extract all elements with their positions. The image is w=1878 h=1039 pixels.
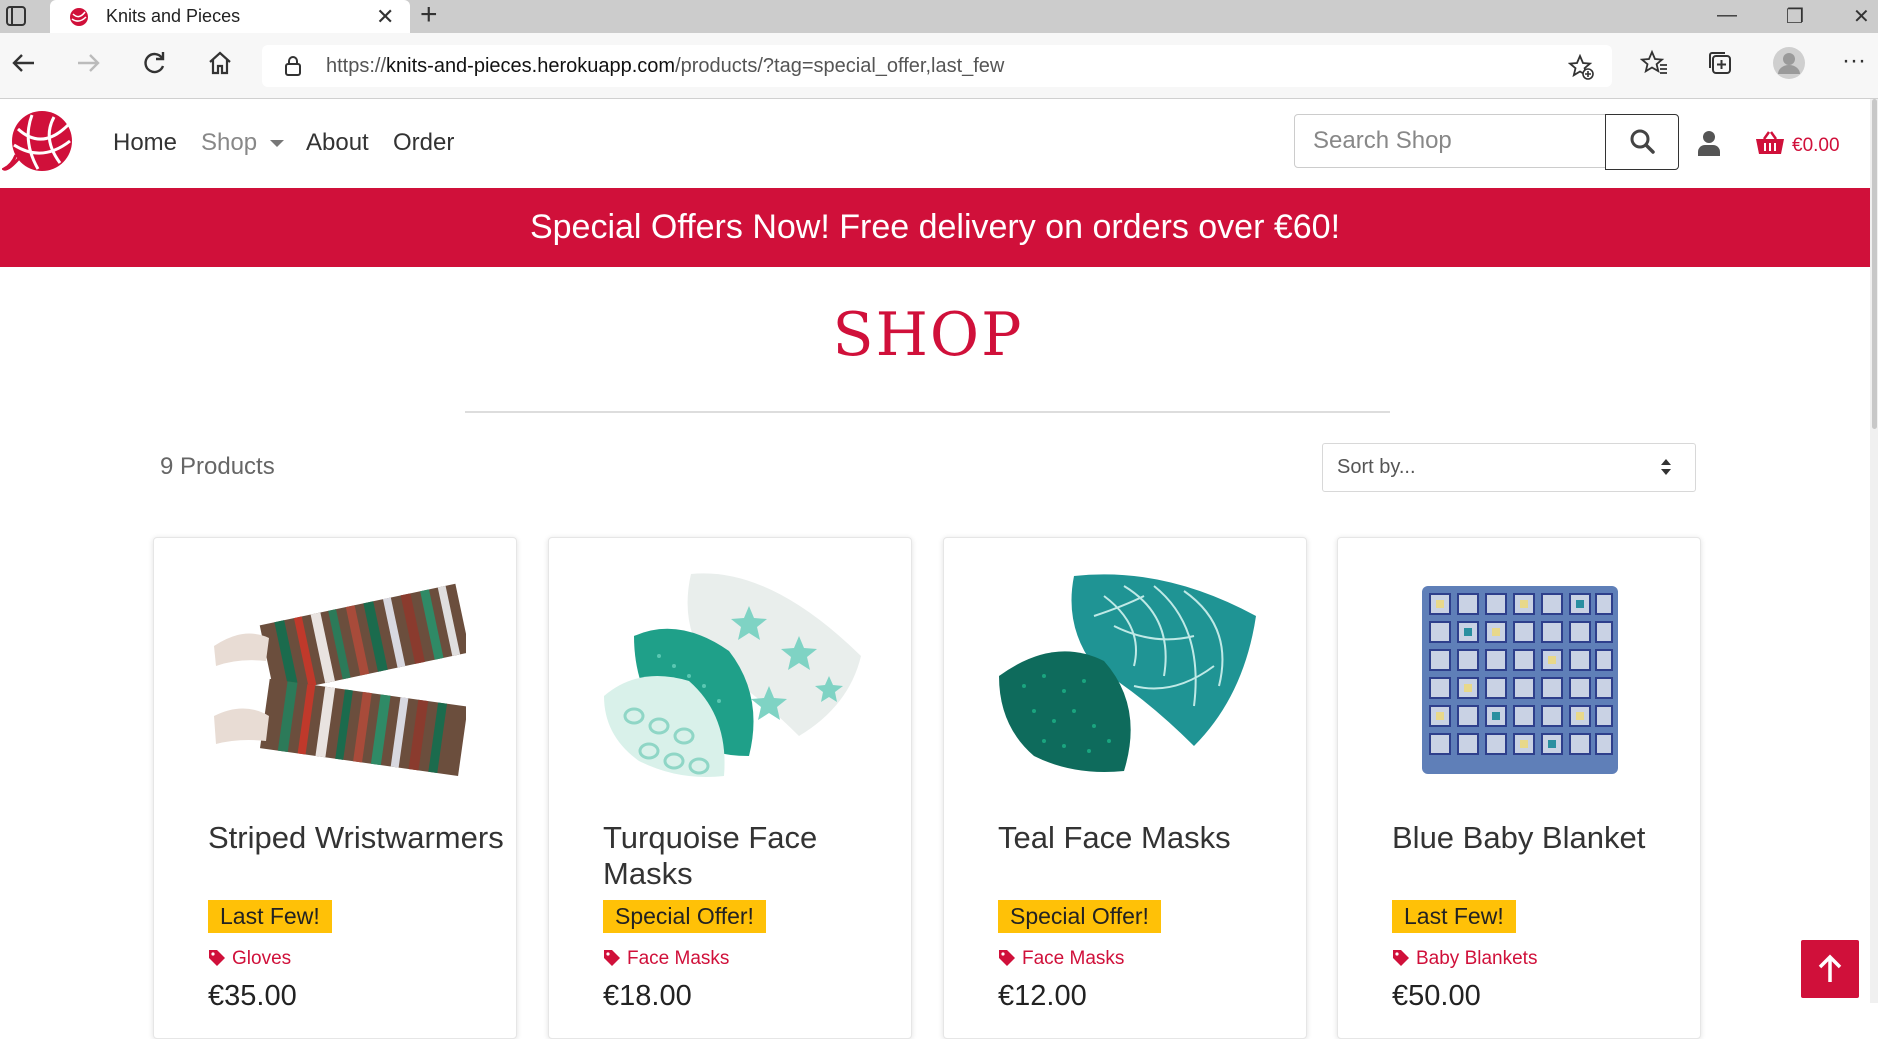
scrollbar-thumb[interactable] (1872, 99, 1877, 429)
product-name[interactable]: Blue Baby Blanket (1392, 820, 1692, 856)
product-price: €12.00 (998, 980, 1087, 1012)
collections-icon[interactable] (1706, 49, 1734, 77)
back-to-top-button[interactable] (1801, 940, 1859, 998)
close-tab-icon[interactable]: ✕ (376, 4, 394, 30)
home-icon[interactable] (206, 49, 234, 77)
shop-dropdown-caret-icon[interactable] (270, 140, 284, 147)
product-image[interactable] (599, 566, 861, 786)
product-price: €50.00 (1392, 980, 1481, 1012)
profile-avatar-icon[interactable] (1772, 46, 1806, 80)
product-card[interactable]: Striped Wristwarmers Last Few! Gloves €3… (153, 537, 517, 1039)
product-image[interactable] (204, 566, 466, 786)
refresh-icon[interactable] (140, 49, 168, 77)
sort-arrows-icon (1661, 459, 1671, 475)
user-account-icon[interactable] (1698, 130, 1720, 156)
product-badge: Special Offer! (603, 900, 766, 933)
tab-actions-icon[interactable] (5, 5, 27, 27)
product-card[interactable]: Teal Face Masks Special Offer! Face Mask… (943, 537, 1307, 1039)
arrow-up-icon (1818, 954, 1842, 982)
product-category[interactable]: Gloves (208, 948, 291, 970)
sort-select-value: Sort by... (1337, 456, 1416, 478)
title-divider (465, 411, 1390, 413)
tab-title: Knits and Pieces (106, 6, 241, 26)
more-menu-icon[interactable]: ··· (1842, 47, 1866, 75)
browser-chrome: Knits and Pieces ✕ + — ❐ ✕ https://knits… (0, 0, 1878, 99)
search-icon (1630, 129, 1655, 154)
add-favorite-icon[interactable] (1568, 54, 1594, 80)
product-image[interactable] (994, 566, 1256, 786)
nav-home[interactable]: Home (113, 129, 177, 157)
product-category[interactable]: Face Masks (603, 948, 729, 970)
minimize-icon[interactable]: — (1717, 4, 1737, 27)
address-row: https://knits-and-pieces.herokuapp.com/p… (0, 33, 1878, 98)
nav-shop[interactable]: Shop (201, 129, 257, 157)
forward-icon[interactable] (74, 49, 102, 77)
tab-bar: Knits and Pieces ✕ + — ❐ ✕ (0, 0, 1878, 33)
product-category[interactable]: Face Masks (998, 948, 1124, 970)
search-form (1294, 114, 1679, 170)
nav-order[interactable]: Order (393, 129, 454, 157)
product-card[interactable]: Blue Baby Blanket Last Few! Baby Blanket… (1337, 537, 1701, 1039)
yarn-favicon-icon (70, 8, 88, 26)
product-badge: Last Few! (1392, 900, 1516, 933)
product-category[interactable]: Baby Blankets (1392, 948, 1537, 970)
nav-about[interactable]: About (306, 129, 369, 157)
basket-total[interactable]: €0.00 (1792, 135, 1840, 157)
close-window-icon[interactable]: ✕ (1853, 4, 1870, 29)
promo-banner: Special Offers Now! Free delivery on ord… (0, 188, 1870, 267)
url-text: https://knits-and-pieces.herokuapp.com/p… (326, 55, 1005, 77)
restore-icon[interactable]: ❐ (1786, 4, 1804, 29)
search-input[interactable] (1294, 114, 1606, 168)
product-badge: Special Offer! (998, 900, 1161, 933)
new-tab-icon[interactable]: + (420, 0, 438, 30)
tag-icon (999, 950, 1015, 966)
favorites-icon[interactable] (1640, 49, 1668, 77)
yarn-logo-icon[interactable] (2, 111, 74, 175)
tag-icon (604, 950, 620, 966)
sort-select[interactable]: Sort by... (1322, 443, 1696, 492)
product-price: €18.00 (603, 980, 692, 1012)
product-name[interactable]: Turquoise Face Masks (603, 820, 903, 892)
product-card[interactable]: Turquoise Face Masks Special Offer! Face… (548, 537, 912, 1039)
basket-icon[interactable] (1755, 131, 1785, 155)
product-badge: Last Few! (208, 900, 332, 933)
product-image[interactable] (1388, 566, 1650, 786)
product-name[interactable]: Striped Wristwarmers (208, 820, 508, 856)
site-navbar: Home Shop About Order €0.00 (0, 99, 1870, 188)
browser-tab[interactable]: Knits and Pieces ✕ (50, 0, 410, 33)
product-name[interactable]: Teal Face Masks (998, 820, 1298, 856)
back-icon[interactable] (10, 49, 38, 77)
product-count: 9 Products (160, 453, 275, 480)
page-title: SHOP (832, 300, 1024, 370)
tag-icon (1393, 950, 1409, 966)
address-bar[interactable]: https://knits-and-pieces.herokuapp.com/p… (262, 45, 1612, 87)
search-button[interactable] (1605, 114, 1679, 170)
lock-icon[interactable] (284, 56, 302, 76)
product-price: €35.00 (208, 980, 297, 1012)
tag-icon (209, 950, 225, 966)
